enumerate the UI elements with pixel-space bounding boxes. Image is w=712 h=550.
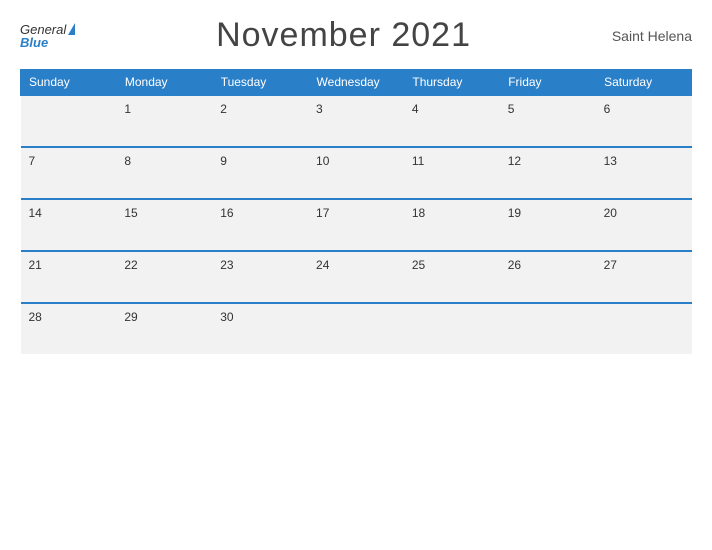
- calendar-tbody: 1234567891011121314151617181920212223242…: [21, 95, 692, 354]
- calendar-cell: 7: [21, 147, 117, 199]
- day-number: 9: [220, 154, 227, 168]
- calendar-cell: 15: [116, 199, 212, 251]
- calendar-cell: [500, 303, 596, 354]
- day-number: 19: [508, 206, 521, 220]
- week-row-2: 7 8 9 10 11 12 13: [21, 147, 692, 199]
- day-number: 14: [29, 206, 42, 220]
- day-number: 21: [29, 258, 42, 272]
- calendar-cell: 25: [404, 251, 500, 303]
- region-label: Saint Helena: [612, 28, 692, 44]
- logo: General Blue: [20, 23, 75, 49]
- day-number: 7: [29, 154, 36, 168]
- calendar-cell: 21: [21, 251, 117, 303]
- day-number: 11: [412, 154, 424, 168]
- logo-triangle-icon: [68, 23, 75, 35]
- day-number: 15: [124, 206, 137, 220]
- logo-blue-text: Blue: [20, 36, 75, 49]
- day-number: 1: [124, 102, 131, 116]
- day-number: 18: [412, 206, 425, 220]
- weekday-header-row: SundayMondayTuesdayWednesdayThursdayFrid…: [21, 70, 692, 96]
- calendar-cell: 8: [116, 147, 212, 199]
- day-number: 23: [220, 258, 233, 272]
- calendar-cell: 27: [596, 251, 692, 303]
- calendar-cell: 14: [21, 199, 117, 251]
- calendar-cell: 28: [21, 303, 117, 354]
- day-number: 8: [124, 154, 131, 168]
- calendar-cell: 26: [500, 251, 596, 303]
- day-number: 4: [412, 102, 419, 116]
- weekday-header-friday: Friday: [500, 70, 596, 96]
- calendar-cell: [308, 303, 404, 354]
- calendar-cell: 16: [212, 199, 308, 251]
- calendar-cell: 9: [212, 147, 308, 199]
- day-number: 10: [316, 154, 329, 168]
- calendar-table: SundayMondayTuesdayWednesdayThursdayFrid…: [20, 69, 692, 354]
- weekday-header-saturday: Saturday: [596, 70, 692, 96]
- day-number: 26: [508, 258, 521, 272]
- day-number: 3: [316, 102, 323, 116]
- month-title: November 2021: [216, 16, 471, 55]
- day-number: 16: [220, 206, 233, 220]
- calendar-cell: [21, 95, 117, 147]
- calendar-cell: 10: [308, 147, 404, 199]
- calendar-cell: 20: [596, 199, 692, 251]
- calendar-cell: 6: [596, 95, 692, 147]
- day-number: 25: [412, 258, 425, 272]
- day-number: 29: [124, 310, 137, 324]
- calendar-header: General Blue November 2021 Saint Helena: [20, 16, 692, 55]
- weekday-header-monday: Monday: [116, 70, 212, 96]
- calendar-cell: 1: [116, 95, 212, 147]
- calendar-cell: 17: [308, 199, 404, 251]
- day-number: 6: [604, 102, 611, 116]
- weekday-header-wednesday: Wednesday: [308, 70, 404, 96]
- calendar-cell: 19: [500, 199, 596, 251]
- calendar-thead: SundayMondayTuesdayWednesdayThursdayFrid…: [21, 70, 692, 96]
- calendar-cell: 3: [308, 95, 404, 147]
- calendar-cell: 24: [308, 251, 404, 303]
- day-number: 2: [220, 102, 227, 116]
- calendar-cell: 29: [116, 303, 212, 354]
- day-number: 24: [316, 258, 329, 272]
- calendar-cell: [596, 303, 692, 354]
- logo-general-text: General: [20, 23, 66, 36]
- day-number: 27: [604, 258, 617, 272]
- day-number: 20: [604, 206, 617, 220]
- week-row-1: 1 2 3 4 5 6: [21, 95, 692, 147]
- calendar-cell: 23: [212, 251, 308, 303]
- calendar-cell: 4: [404, 95, 500, 147]
- week-row-3: 14 15 16 17 18 19 20: [21, 199, 692, 251]
- calendar-cell: 30: [212, 303, 308, 354]
- calendar-cell: 2: [212, 95, 308, 147]
- weekday-header-tuesday: Tuesday: [212, 70, 308, 96]
- week-row-4: 21 22 23 24 25 26 27: [21, 251, 692, 303]
- weekday-header-thursday: Thursday: [404, 70, 500, 96]
- calendar-cell: 13: [596, 147, 692, 199]
- day-number: 5: [508, 102, 515, 116]
- calendar-cell: 18: [404, 199, 500, 251]
- week-row-5: 28 29 30: [21, 303, 692, 354]
- day-number: 30: [220, 310, 233, 324]
- day-number: 17: [316, 206, 329, 220]
- calendar-cell: 12: [500, 147, 596, 199]
- day-number: 22: [124, 258, 137, 272]
- calendar-cell: 5: [500, 95, 596, 147]
- calendar-cell: 22: [116, 251, 212, 303]
- calendar-container: General Blue November 2021 Saint Helena …: [0, 0, 712, 550]
- weekday-header-sunday: Sunday: [21, 70, 117, 96]
- day-number: 28: [29, 310, 42, 324]
- calendar-cell: 11: [404, 147, 500, 199]
- day-number: 13: [604, 154, 617, 168]
- calendar-cell: [404, 303, 500, 354]
- day-number: 12: [508, 154, 521, 168]
